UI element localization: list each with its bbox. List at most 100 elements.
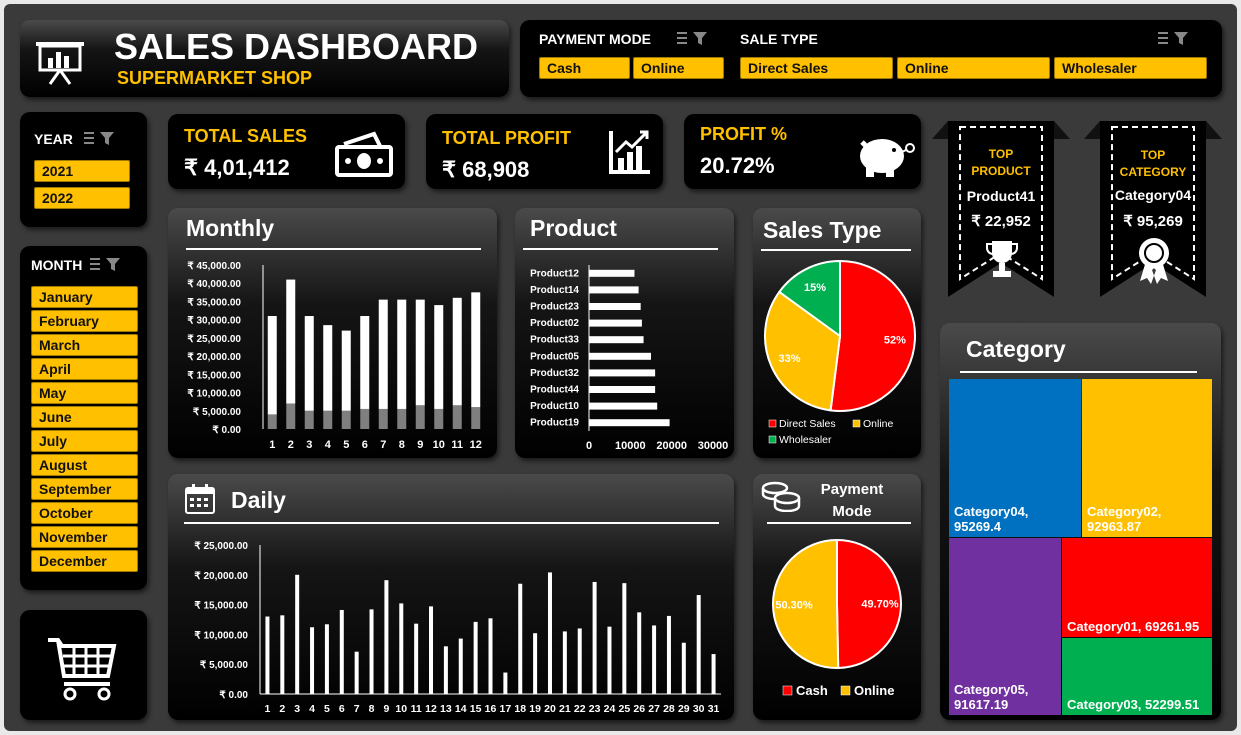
top-product-name: Product41 <box>966 188 1036 204</box>
bar <box>471 292 481 408</box>
treemap-label: Category03, 52299.51 <box>1067 697 1200 712</box>
y-tick-label: ₹ 30,000.00 <box>187 316 241 327</box>
y-tick-label: Product14 <box>530 285 579 296</box>
bar <box>589 269 635 277</box>
bar <box>378 299 388 409</box>
month-june-button[interactable]: June <box>31 406 138 428</box>
total-sales-label: TOTAL SALES <box>184 126 308 146</box>
x-tick-label: 2 <box>288 439 294 451</box>
x-tick-label: 21 <box>559 703 571 715</box>
trophy-icon <box>986 241 1018 277</box>
payment-online-button[interactable]: Online <box>633 57 724 79</box>
month-november-button[interactable]: November <box>31 526 138 548</box>
multi-select-filter-icon[interactable] <box>675 31 709 47</box>
y-tick-label: ₹ 35,000.00 <box>187 297 241 308</box>
treemap-tile: Category02, 92963.87 <box>1082 379 1212 537</box>
x-tick-label: 5 <box>343 439 349 451</box>
dashboard-subtitle: SUPERMARKET SHOP <box>117 68 313 88</box>
x-tick-label: 9 <box>417 439 423 451</box>
treemap-tile: Category01, 69261.95 <box>1062 538 1212 637</box>
bar <box>415 299 425 406</box>
legend-label: Cash <box>796 683 828 698</box>
slice-label: 33% <box>779 353 801 365</box>
x-tick-label: 17 <box>500 703 512 715</box>
sale-type-online-button[interactable]: Online <box>897 57 1050 79</box>
bar <box>589 352 651 360</box>
x-tick-label: 7 <box>354 703 360 715</box>
y-tick-label: ₹ 20,000.00 <box>187 352 241 363</box>
bar <box>488 618 493 694</box>
x-tick-label: 1 <box>269 439 275 451</box>
x-tick-label: 31 <box>708 703 720 715</box>
x-tick-label: 14 <box>455 703 467 715</box>
bar <box>589 336 644 344</box>
legend-label: Online <box>854 683 894 698</box>
payment-cash-button[interactable]: Cash <box>539 57 630 79</box>
x-tick-label: 16 <box>485 703 497 715</box>
bar <box>280 615 285 694</box>
x-tick-label: 9 <box>383 703 389 715</box>
bar <box>323 325 333 411</box>
y-tick-label: Product12 <box>530 268 579 279</box>
x-tick-label: 7 <box>380 439 386 451</box>
month-february-button[interactable]: February <box>31 310 138 332</box>
x-tick-label: 11 <box>451 439 463 451</box>
y-tick-label: ₹ 0.00 <box>212 425 241 436</box>
bar <box>589 419 670 427</box>
sales-type-pie-chart: 52% 33% 15% Direct Sales Online Wholesaler <box>764 259 916 446</box>
bar <box>589 319 642 327</box>
title-underline <box>960 371 1197 373</box>
month-july-button[interactable]: July <box>31 430 138 452</box>
x-tick-label: 29 <box>678 703 690 715</box>
x-tick-label: 23 <box>589 703 601 715</box>
month-september-button[interactable]: September <box>31 478 138 500</box>
y-tick-label: ₹ 25,000.00 <box>187 334 241 345</box>
x-tick-label: 4 <box>309 703 315 715</box>
month-january-button[interactable]: January <box>31 286 138 308</box>
payment-mode-chart-panel: Payment Mode 49.70% 50.30% Cash Online <box>753 474 921 720</box>
bar <box>471 407 481 429</box>
total-sales-value: ₹ 4,01,412 <box>184 155 290 180</box>
x-tick-label: 3 <box>306 439 312 451</box>
bar <box>607 626 612 694</box>
treemap-tile: Category04, 95269.4 <box>949 379 1081 537</box>
bar <box>434 305 444 409</box>
treemap-label: Category04, 95269.4 <box>954 504 1029 534</box>
sale-type-direct-button[interactable]: Direct Sales <box>740 57 893 79</box>
category-treemap: Category04, 95269.4 Category02, 92963.87 C… <box>949 379 1212 715</box>
legend-label: Direct Sales <box>779 418 836 430</box>
y-tick-label: ₹ 20,000.00 <box>194 571 248 582</box>
month-april-button[interactable]: April <box>31 358 138 380</box>
total-profit-card: TOTAL PROFIT ₹ 68,908 <box>426 114 663 189</box>
bar <box>518 583 523 694</box>
month-august-button[interactable]: August <box>31 454 138 476</box>
x-tick-label: 10 <box>433 439 445 451</box>
payment-mode-pie-chart: 49.70% 50.30% Cash Online <box>772 538 903 698</box>
bar <box>589 286 639 294</box>
bar <box>415 405 425 429</box>
slice-label: 49.70% <box>861 599 899 611</box>
multi-select-filter-icon[interactable] <box>1156 31 1190 47</box>
bar <box>452 405 462 429</box>
year-2021-button[interactable]: 2021 <box>34 160 130 182</box>
y-tick-label: ₹ 15,000.00 <box>194 601 248 612</box>
month-december-button[interactable]: December <box>31 550 138 572</box>
bar <box>589 402 658 410</box>
bar <box>562 631 567 694</box>
bar <box>399 603 404 694</box>
year-2022-button[interactable]: 2022 <box>34 187 130 209</box>
multi-select-filter-icon[interactable] <box>88 257 122 273</box>
month-slicer-title: MONTH <box>31 257 83 273</box>
monthly-chart-panel: Monthly ₹ 0.00 ₹ 5,000.00 ₹ 10,000.00 ₹ 15,… <box>168 208 497 458</box>
bar <box>589 303 641 310</box>
y-tick-label: ₹ 5,000.00 <box>193 407 242 418</box>
month-october-button[interactable]: October <box>31 502 138 524</box>
multi-select-filter-icon[interactable] <box>82 131 116 147</box>
y-tick-label: ₹ 10,000.00 <box>187 389 241 400</box>
x-tick-label: 20000 <box>656 440 687 452</box>
month-march-button[interactable]: March <box>31 334 138 356</box>
sale-type-wholesaler-button[interactable]: Wholesaler <box>1054 57 1207 79</box>
top-category-label: TOP CATEGORY <box>1119 148 1187 179</box>
bar <box>592 581 597 694</box>
month-may-button[interactable]: May <box>31 382 138 404</box>
